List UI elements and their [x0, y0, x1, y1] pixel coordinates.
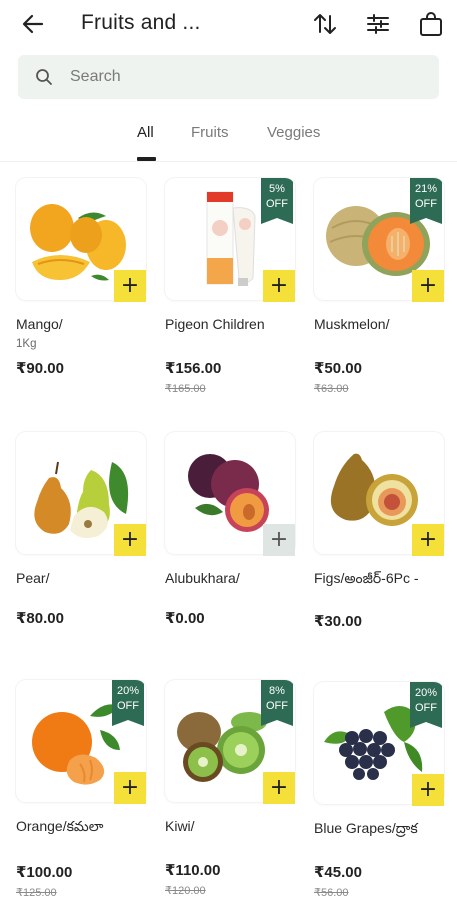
- product-card[interactable]: 8% OFF + Kiwi/ ₹110.00 ₹120.00: [165, 680, 295, 900]
- product-name: Figs/అంజీర్-6Pc -: [314, 570, 419, 586]
- add-to-cart-button[interactable]: +: [114, 524, 146, 556]
- product-name: Pigeon Children: [165, 316, 265, 332]
- product-card[interactable]: 20% OFF + Orange/కమలా ₹100.00 ₹125.00: [16, 680, 146, 900]
- arrow-left-icon: [22, 14, 44, 34]
- product-price: ₹110.00: [165, 862, 221, 879]
- add-to-cart-button[interactable]: +: [114, 772, 146, 804]
- product-card[interactable]: + Alubukhara/ ₹0.00: [165, 432, 295, 664]
- add-to-cart-button[interactable]: +: [263, 772, 295, 804]
- discount-badge: 20% OFF: [112, 680, 144, 726]
- product-name: Muskmelon/: [314, 316, 390, 332]
- product-mrp: ₹165.00: [165, 383, 206, 395]
- product-name: Kiwi/: [165, 818, 195, 834]
- product-price: ₹30.00: [314, 613, 362, 630]
- search-bar[interactable]: [18, 55, 439, 99]
- product-card[interactable]: + Pear/ ₹80.00: [16, 432, 146, 664]
- product-card[interactable]: 21% OFF + Muskmelon/ ₹50.00 ₹63.00: [314, 178, 444, 410]
- discount-badge: 5% OFF: [261, 178, 293, 224]
- add-to-cart-button[interactable]: +: [412, 524, 444, 556]
- cart-button[interactable]: [417, 10, 445, 38]
- product-name: Blue Grapes/ద్రాక: [314, 820, 418, 836]
- product-price: ₹45.00: [314, 864, 362, 881]
- page-title: Fruits and ...: [81, 11, 201, 34]
- sort-button[interactable]: [311, 10, 339, 38]
- add-to-cart-button[interactable]: +: [263, 524, 295, 556]
- add-to-cart-button[interactable]: +: [412, 774, 444, 806]
- tab-all[interactable]: All: [137, 124, 154, 141]
- product-mrp: ₹56.00: [314, 887, 349, 899]
- divider: [0, 161, 457, 162]
- product-name: Pear/: [16, 570, 50, 586]
- product-name: Alubukhara/: [165, 570, 240, 586]
- product-price: ₹100.00: [16, 864, 73, 881]
- product-name: Mango/: [16, 316, 63, 332]
- discount-badge: 20% OFF: [410, 682, 442, 728]
- filter-button[interactable]: [364, 10, 392, 38]
- back-button[interactable]: [18, 10, 48, 38]
- product-unit: 1Kg: [16, 338, 37, 350]
- discount-badge: 8% OFF: [261, 680, 293, 726]
- product-price: ₹90.00: [16, 360, 64, 377]
- shopping-bag-icon: [420, 12, 442, 36]
- search-icon: [36, 69, 52, 85]
- product-price: ₹156.00: [165, 360, 222, 377]
- sort-icon: [314, 14, 336, 34]
- product-card[interactable]: + Mango/ 1Kg ₹90.00: [16, 178, 146, 410]
- product-mrp: ₹125.00: [16, 887, 57, 899]
- search-input[interactable]: [70, 55, 420, 99]
- category-tabs: All Fruits Veggies: [0, 120, 457, 160]
- tab-fruits[interactable]: Fruits: [191, 124, 229, 141]
- add-to-cart-button[interactable]: +: [114, 270, 146, 302]
- product-price: ₹50.00: [314, 360, 362, 377]
- product-name: Orange/కమలా: [16, 818, 104, 834]
- product-price: ₹0.00: [165, 610, 205, 627]
- product-mrp: ₹63.00: [314, 383, 349, 395]
- product-card[interactable]: 5% OFF + Pigeon Children ₹156.00 ₹165.00: [165, 178, 295, 410]
- filter-sliders-icon: [367, 14, 389, 34]
- add-to-cart-button[interactable]: +: [263, 270, 295, 302]
- product-card[interactable]: 20% OFF + Blue Grapes/ద్రాక ₹45.00 ₹56.00: [314, 682, 444, 900]
- product-price: ₹80.00: [16, 610, 64, 627]
- product-mrp: ₹120.00: [165, 885, 206, 897]
- add-to-cart-button[interactable]: +: [412, 270, 444, 302]
- product-card[interactable]: + Figs/అంజీర్-6Pc - ₹30.00: [314, 432, 444, 664]
- tab-veggies[interactable]: Veggies: [267, 124, 320, 141]
- top-app-bar: Fruits and ...: [0, 0, 457, 50]
- discount-badge: 21% OFF: [410, 178, 442, 224]
